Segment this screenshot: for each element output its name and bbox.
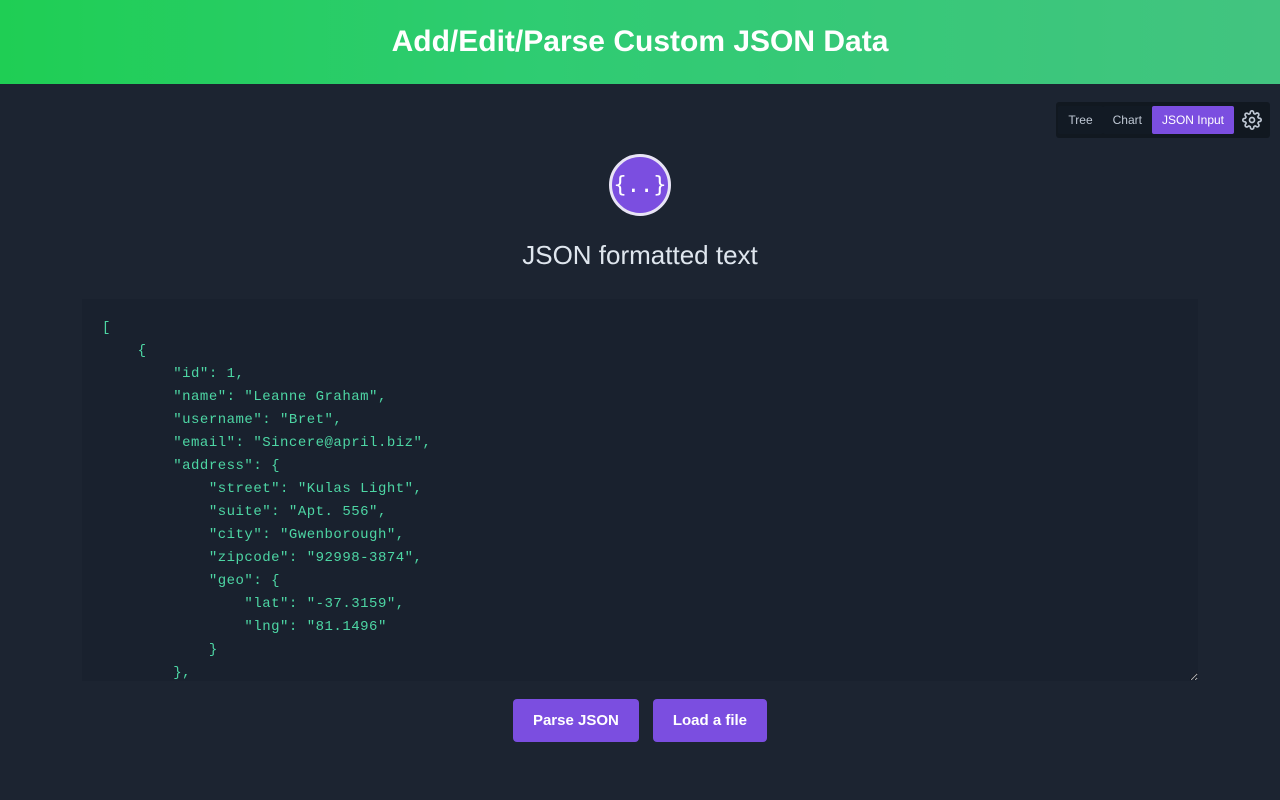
section-subtitle: JSON formatted text bbox=[522, 240, 758, 271]
tab-json-input[interactable]: JSON Input bbox=[1152, 106, 1234, 134]
settings-button[interactable] bbox=[1234, 104, 1268, 136]
gear-icon bbox=[1242, 110, 1262, 130]
parse-json-button[interactable]: Parse JSON bbox=[513, 699, 639, 742]
action-buttons: Parse JSON Load a file bbox=[513, 699, 767, 742]
json-input-textarea[interactable] bbox=[82, 299, 1198, 681]
page-header: Add/Edit/Parse Custom JSON Data bbox=[0, 0, 1280, 84]
load-file-button[interactable]: Load a file bbox=[653, 699, 767, 742]
main-content: {..} JSON formatted text Parse JSON Load… bbox=[0, 84, 1280, 742]
tab-tree[interactable]: Tree bbox=[1058, 106, 1102, 134]
json-logo-icon: {..} bbox=[609, 154, 671, 216]
tab-chart[interactable]: Chart bbox=[1103, 106, 1152, 134]
page-title: Add/Edit/Parse Custom JSON Data bbox=[392, 25, 889, 59]
view-toolbar: Tree Chart JSON Input bbox=[1056, 102, 1270, 138]
